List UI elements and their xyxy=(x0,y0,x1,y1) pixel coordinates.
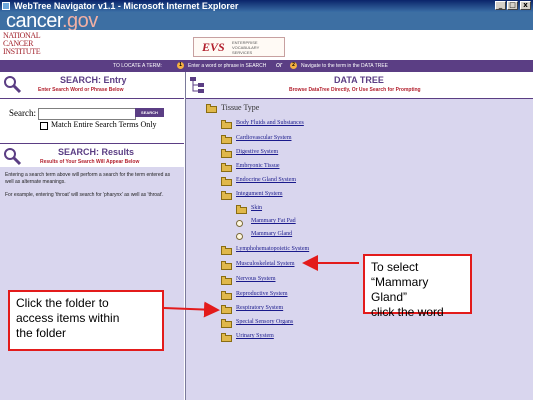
tree-item-mammary-fat-pad[interactable]: Mammary Fat Pad xyxy=(251,218,296,224)
cancergov-header: cancer.gov xyxy=(0,11,533,31)
tree-item[interactable]: Cardiovascular System xyxy=(236,135,292,141)
leaf-node-icon xyxy=(236,220,243,227)
callout-mammary-gland: To select “Mammary Gland” click the word xyxy=(363,254,472,319)
folder-icon[interactable] xyxy=(221,261,232,270)
folder-icon[interactable] xyxy=(221,291,232,300)
pane-divider[interactable] xyxy=(185,72,186,400)
search-entry-title: SEARCH: Entry xyxy=(60,75,127,85)
step-2-badge: 2 xyxy=(290,62,297,69)
search-label: Search: xyxy=(9,108,36,118)
search-results-subtitle: Results of Your Search Will Appear Below xyxy=(40,159,140,165)
tree-icon xyxy=(190,77,204,93)
search-results-area xyxy=(0,167,184,400)
folder-icon[interactable] xyxy=(221,246,232,255)
instructions-or: or xyxy=(276,62,283,69)
data-tree-subtitle: Browse DataTree Directly, Or Use Search … xyxy=(289,87,421,93)
nci-logo[interactable]: NATIONAL CANCER INSTITUTE xyxy=(3,32,49,59)
match-entire-checkbox[interactable] xyxy=(40,122,48,130)
instructions-bar: TO LOCATE A TERM: 1 Enter a word or phra… xyxy=(0,60,533,72)
tree-root-label[interactable]: Tissue Type xyxy=(221,103,259,112)
step-1-badge: 1 xyxy=(177,62,184,69)
ie-icon xyxy=(2,2,10,10)
folder-icon[interactable] xyxy=(221,319,232,328)
tree-item[interactable]: Nervous System xyxy=(236,276,276,282)
tree-item-integument[interactable]: Integument System xyxy=(236,191,283,197)
instructions-step1: Enter a word or phrase in SEARCH xyxy=(188,63,267,69)
tree-item[interactable]: Urinary System xyxy=(236,333,274,339)
match-entire-label: Match Entire Search Terms Only xyxy=(51,120,157,129)
folder-icon[interactable] xyxy=(221,163,232,172)
data-tree-header: DATA TREE Browse DataTree Directly, Or U… xyxy=(186,72,533,99)
folder-icon[interactable] xyxy=(221,177,232,186)
search-entry-subtitle: Enter Search Word or Phrase Below xyxy=(38,87,124,93)
minimize-icon[interactable]: _ xyxy=(495,1,506,10)
tree-item[interactable]: Respiratory System xyxy=(236,305,283,311)
instructions-lead: TO LOCATE A TERM: xyxy=(113,63,162,69)
tree-item-skin[interactable]: Skin xyxy=(251,205,262,211)
evs-logo[interactable]: EVS ENTERPRISE VOCABULARY SERVICES xyxy=(193,37,285,57)
tree-item-mammary-gland[interactable]: Mammary Gland xyxy=(251,231,292,237)
search-input[interactable] xyxy=(38,108,136,120)
folder-icon[interactable] xyxy=(236,205,247,214)
folder-icon[interactable] xyxy=(221,305,232,314)
maximize-icon[interactable]: □ xyxy=(507,1,518,10)
tree-item[interactable]: Digestive System xyxy=(236,149,278,155)
search-button[interactable]: SEARCH xyxy=(135,108,164,117)
results-help-text-1: Entering a search term above will perfor… xyxy=(5,172,171,185)
cancergov-logo[interactable]: cancer.gov xyxy=(6,11,98,31)
tree-item[interactable]: Reproductive System xyxy=(236,291,288,297)
tree-item[interactable]: Musculoskeletal System xyxy=(236,261,295,267)
folder-icon[interactable] xyxy=(221,149,232,158)
data-tree-title: DATA TREE xyxy=(334,75,384,85)
tree-item[interactable]: Embryonic Tissue xyxy=(236,163,280,169)
search-results-header: SEARCH: Results Results of Your Search W… xyxy=(0,143,184,169)
close-icon[interactable]: x xyxy=(520,1,531,10)
folder-icon[interactable] xyxy=(221,135,232,144)
leaf-node-icon xyxy=(236,233,243,240)
folder-open-icon[interactable] xyxy=(221,191,232,200)
tree-item[interactable]: Endocrine Gland System xyxy=(236,177,296,183)
results-help-text-2: For example, entering 'throat' will sear… xyxy=(5,192,164,198)
search-results-title: SEARCH: Results xyxy=(58,147,135,157)
folder-open-icon[interactable] xyxy=(206,104,217,113)
tree-item[interactable]: Special Sensory Organs xyxy=(236,319,293,325)
magnifier-icon xyxy=(4,76,22,94)
search-entry-header: SEARCH: Entry Enter Search Word or Phras… xyxy=(0,72,184,99)
tree-item[interactable]: Lymphohematopoietic System xyxy=(236,246,309,252)
folder-icon[interactable] xyxy=(221,276,232,285)
folder-icon[interactable] xyxy=(221,333,232,342)
magnifier-icon xyxy=(4,148,22,166)
callout-folder: Click the folder to access items within … xyxy=(8,290,164,351)
instructions-step2: Navigate to the term in the DATA TREE xyxy=(301,63,388,69)
tree-item[interactable]: Body Fluids and Substances xyxy=(236,120,304,126)
folder-icon[interactable] xyxy=(221,120,232,129)
